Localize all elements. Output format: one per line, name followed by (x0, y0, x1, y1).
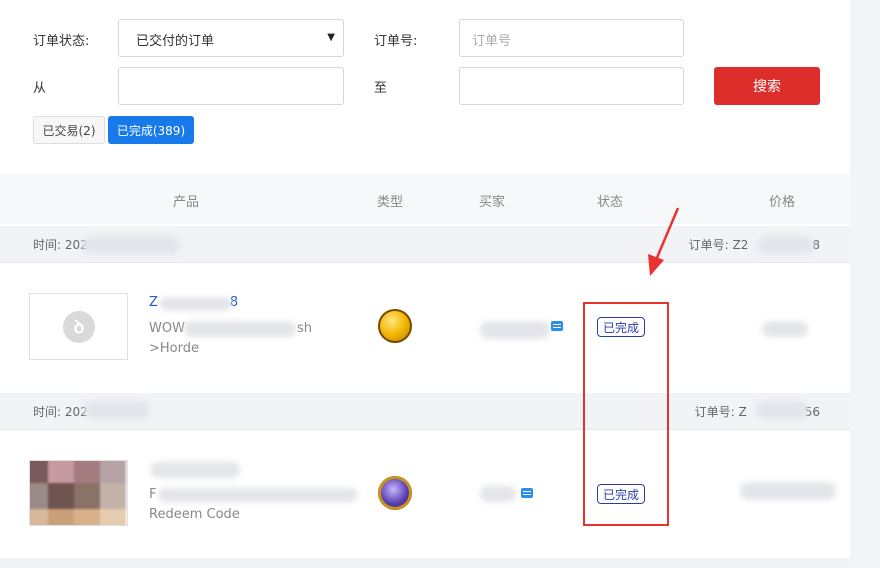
gold-coin-icon (378, 309, 412, 343)
date-from-input[interactable] (118, 67, 344, 105)
order-group-header: 时间: 202 订单号: Z 56 (0, 393, 850, 430)
redacted-order-number (756, 401, 808, 419)
order-status-value: 已交付的订单 (136, 34, 215, 49)
header-price: 价格 (769, 195, 796, 210)
redacted-title (150, 462, 240, 478)
header-buyer: 买家 (479, 195, 506, 210)
redacted-order-number (758, 236, 814, 254)
redacted-price (740, 482, 836, 500)
redacted-time (84, 401, 150, 419)
product-thumbnail[interactable] (29, 460, 128, 526)
order-status-select[interactable]: 已交付的订单 ▼ (118, 19, 344, 57)
arrow-shaft (654, 207, 680, 261)
tab-completed[interactable]: 已完成(389) (108, 116, 194, 144)
purple-item-icon (378, 476, 412, 510)
caret-down-icon: ▼ (327, 32, 335, 43)
order-no-placeholder: 订单号 (472, 34, 512, 49)
product-logo-icon: ꝺ (63, 311, 95, 343)
redacted-title (160, 297, 232, 311)
product-thumbnail[interactable]: ꝺ (29, 293, 128, 360)
order-status-label: 订单状态: (33, 34, 90, 49)
redacted-buyer (480, 321, 550, 339)
chat-bubble-icon[interactable] (551, 321, 563, 331)
header-product: 产品 (173, 195, 200, 210)
main-panel: 订单状态: 已交付的订单 ▼ 订单号: 订单号 从 至 搜索 已交易(2) 已完… (0, 0, 850, 568)
from-label: 从 (33, 81, 47, 96)
arrow-head (648, 254, 664, 276)
redacted-description (158, 488, 358, 502)
search-button[interactable]: 搜索 (714, 67, 820, 105)
redacted-price (762, 321, 808, 337)
redacted-description (184, 321, 296, 337)
filter-area: 订单状态: 已交付的订单 ▼ 订单号: 订单号 从 至 搜索 已交易(2) 已完… (0, 0, 850, 174)
chat-bubble-icon[interactable] (521, 488, 533, 498)
order-group-header: 时间: 202 订单号: Z2 8 (0, 226, 850, 263)
to-label: 至 (374, 81, 388, 96)
list-footer (0, 558, 850, 568)
tab-traded[interactable]: 已交易(2) (33, 116, 105, 144)
order-no-input[interactable]: 订单号 (459, 19, 684, 57)
table-header: 产品 类型 买家 状态 价格 (0, 174, 850, 224)
header-status: 状态 (597, 195, 624, 210)
order-no-label: 订单号: (374, 34, 418, 49)
order-time: 时间: 202 (33, 238, 88, 252)
table-row[interactable]: ꝺ Z8 WOW sh >Horde 已完成 (0, 263, 850, 393)
product-image (30, 461, 126, 525)
order-time: 时间: 202 (33, 405, 88, 419)
annotation-arrow-icon (648, 207, 680, 276)
status-highlight-box (583, 302, 669, 526)
redacted-buyer (480, 486, 516, 502)
date-to-input[interactable] (459, 67, 684, 105)
redacted-time (82, 236, 180, 254)
header-type: 类型 (377, 195, 404, 210)
table-row[interactable]: F Redeem Code 已完成 (0, 430, 850, 560)
